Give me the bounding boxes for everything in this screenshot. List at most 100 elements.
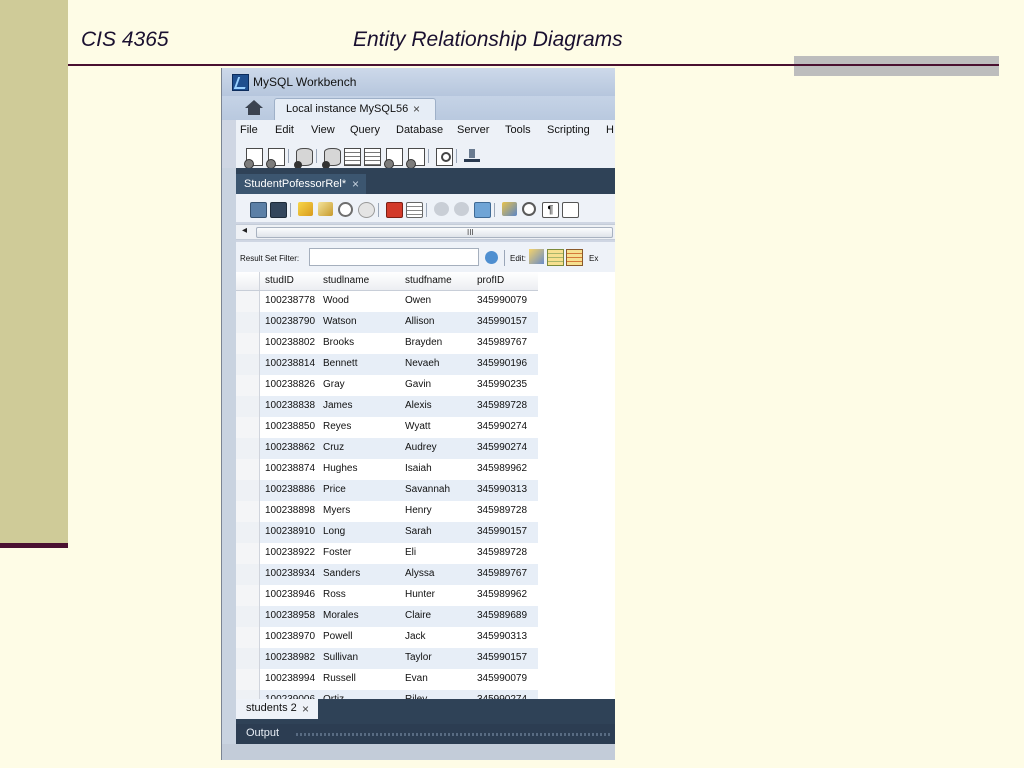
cell-profid[interactable]: 345990274 — [477, 442, 527, 453]
cell-studlname[interactable]: Price — [323, 484, 346, 495]
create-function-icon[interactable] — [406, 148, 425, 169]
cell-studfname[interactable]: Alyssa — [405, 568, 434, 579]
table-row[interactable]: 100238958 Morales Claire 345989689 — [236, 606, 538, 627]
cell-studfname[interactable]: Gavin — [405, 379, 431, 390]
horizontal-scrollbar[interactable]: ◂ III — [236, 224, 615, 240]
explain-icon[interactable] — [338, 202, 353, 217]
row-header[interactable] — [236, 543, 260, 564]
close-icon[interactable]: × — [413, 102, 420, 116]
column-header-studid[interactable]: studID — [265, 275, 294, 286]
cell-profid[interactable]: 345989689 — [477, 610, 527, 621]
cell-studlname[interactable]: Wood — [323, 295, 349, 306]
table-row[interactable]: 100238874 Hughes Isaiah 345989962 — [236, 459, 538, 480]
row-header[interactable] — [236, 333, 260, 354]
menu-database[interactable]: Database — [396, 124, 443, 136]
cell-studlname[interactable]: Reyes — [323, 421, 351, 432]
stop-icon[interactable] — [358, 202, 375, 218]
table-row[interactable]: 100238910 Long Sarah 345990157 — [236, 522, 538, 543]
cell-studid[interactable]: 100238814 — [265, 358, 315, 369]
row-header[interactable] — [236, 648, 260, 669]
table-row[interactable]: 100238934 Sanders Alyssa 345989767 — [236, 564, 538, 585]
result-set-filter-input[interactable] — [309, 248, 479, 266]
cell-profid[interactable]: 345990196 — [477, 358, 527, 369]
cell-studfname[interactable]: Jack — [405, 631, 426, 642]
add-row-icon[interactable] — [547, 249, 564, 266]
cell-studfname[interactable]: Owen — [405, 295, 431, 306]
open-file-icon[interactable] — [250, 202, 267, 218]
cell-studid[interactable]: 100238910 — [265, 526, 315, 537]
table-row[interactable]: 100238970 Powell Jack 345990313 — [236, 627, 538, 648]
cell-profid[interactable]: 345989962 — [477, 589, 527, 600]
cell-studid[interactable]: 100238922 — [265, 547, 315, 558]
cell-studfname[interactable]: Eli — [405, 547, 416, 558]
row-header[interactable] — [236, 396, 260, 417]
cell-studid[interactable]: 100238802 — [265, 337, 315, 348]
row-header[interactable] — [236, 522, 260, 543]
cell-studfname[interactable]: Henry — [405, 505, 432, 516]
table-row[interactable]: 100238862 Cruz Audrey 345990274 — [236, 438, 538, 459]
word-wrap-icon[interactable] — [562, 202, 579, 218]
cell-studid[interactable]: 100238898 — [265, 505, 315, 516]
row-header[interactable] — [236, 690, 260, 699]
cell-studfname[interactable]: Allison — [405, 316, 434, 327]
refresh-icon[interactable] — [485, 251, 498, 264]
cell-profid[interactable]: 345990079 — [477, 295, 527, 306]
table-row[interactable]: 100238946 Ross Hunter 345989962 — [236, 585, 538, 606]
cell-studid[interactable]: 100238994 — [265, 673, 315, 684]
cell-studlname[interactable]: Ross — [323, 589, 346, 600]
create-procedure-icon[interactable] — [384, 148, 403, 169]
cell-studfname[interactable]: Sarah — [405, 526, 432, 537]
scroll-left-icon[interactable]: ◂ — [242, 225, 247, 236]
cell-studid[interactable]: 100238790 — [265, 316, 315, 327]
cell-studfname[interactable]: Wyatt — [405, 421, 430, 432]
save-file-icon[interactable] — [270, 202, 287, 218]
cell-profid[interactable]: 345989767 — [477, 568, 527, 579]
menu-file[interactable]: File — [240, 124, 258, 136]
table-row[interactable]: 100238814 Bennett Nevaeh 345990196 — [236, 354, 538, 375]
menu-query[interactable]: Query — [350, 124, 380, 136]
cell-studfname[interactable]: Alexis — [405, 400, 432, 411]
table-row[interactable]: 100239006OrtizRiley345990274 — [236, 690, 538, 699]
row-header[interactable] — [236, 459, 260, 480]
table-row[interactable]: 100238886 Price Savannah 345990313 — [236, 480, 538, 501]
cell-studlname[interactable]: Sanders — [323, 568, 360, 579]
cell-profid[interactable]: 345990313 — [477, 484, 527, 495]
cell-studlname[interactable]: Morales — [323, 610, 359, 621]
cell-studlname[interactable]: Sullivan — [323, 652, 358, 663]
cell-studfname[interactable]: Hunter — [405, 589, 435, 600]
new-sql-tab-icon[interactable] — [244, 148, 263, 169]
result-grid-icon[interactable] — [406, 202, 423, 218]
toggle-error-stop-icon[interactable] — [386, 202, 403, 218]
reconnect-icon[interactable] — [464, 149, 480, 163]
row-header[interactable] — [236, 291, 260, 312]
menu-help[interactable]: H — [606, 124, 614, 136]
row-header[interactable] — [236, 669, 260, 690]
table-row[interactable]: 100238982 Sullivan Taylor 345990157 — [236, 648, 538, 669]
delete-row-icon[interactable] — [566, 249, 583, 266]
cell-studid[interactable]: 100238838 — [265, 400, 315, 411]
home-icon[interactable] — [244, 100, 264, 116]
cell-profid[interactable]: 345990313 — [477, 631, 527, 642]
cell-profid[interactable]: 345990157 — [477, 526, 527, 537]
column-header-studlname[interactable]: studlname — [323, 275, 369, 286]
close-icon[interactable]: × — [302, 702, 309, 716]
cell-studlname[interactable]: Foster — [323, 547, 351, 558]
table-row[interactable]: 100238802 Brooks Brayden 345989767 — [236, 333, 538, 354]
cell-studid[interactable]: 100238874 — [265, 463, 315, 474]
row-header[interactable] — [236, 312, 260, 333]
cell-studlname[interactable]: Hughes — [323, 463, 357, 474]
cell-studlname[interactable]: Myers — [323, 505, 350, 516]
menu-tools[interactable]: Tools — [505, 124, 531, 136]
create-view-icon[interactable] — [364, 148, 381, 166]
open-sql-script-icon[interactable] — [266, 148, 285, 169]
row-header[interactable] — [236, 585, 260, 606]
cell-studlname[interactable]: Powell — [323, 631, 352, 642]
cell-studfname[interactable]: Taylor — [405, 652, 432, 663]
cell-profid[interactable]: 345990274 — [477, 421, 527, 432]
cell-studfname[interactable]: Nevaeh — [405, 358, 439, 369]
commit-icon[interactable] — [434, 202, 449, 216]
query-tab[interactable]: StudentPofessorRel* × — [236, 174, 366, 194]
menu-scripting[interactable]: Scripting — [547, 124, 590, 136]
table-row[interactable]: 100238790 Watson Allison 345990157 — [236, 312, 538, 333]
connection-tab[interactable]: Local instance MySQL56 × — [274, 98, 436, 121]
